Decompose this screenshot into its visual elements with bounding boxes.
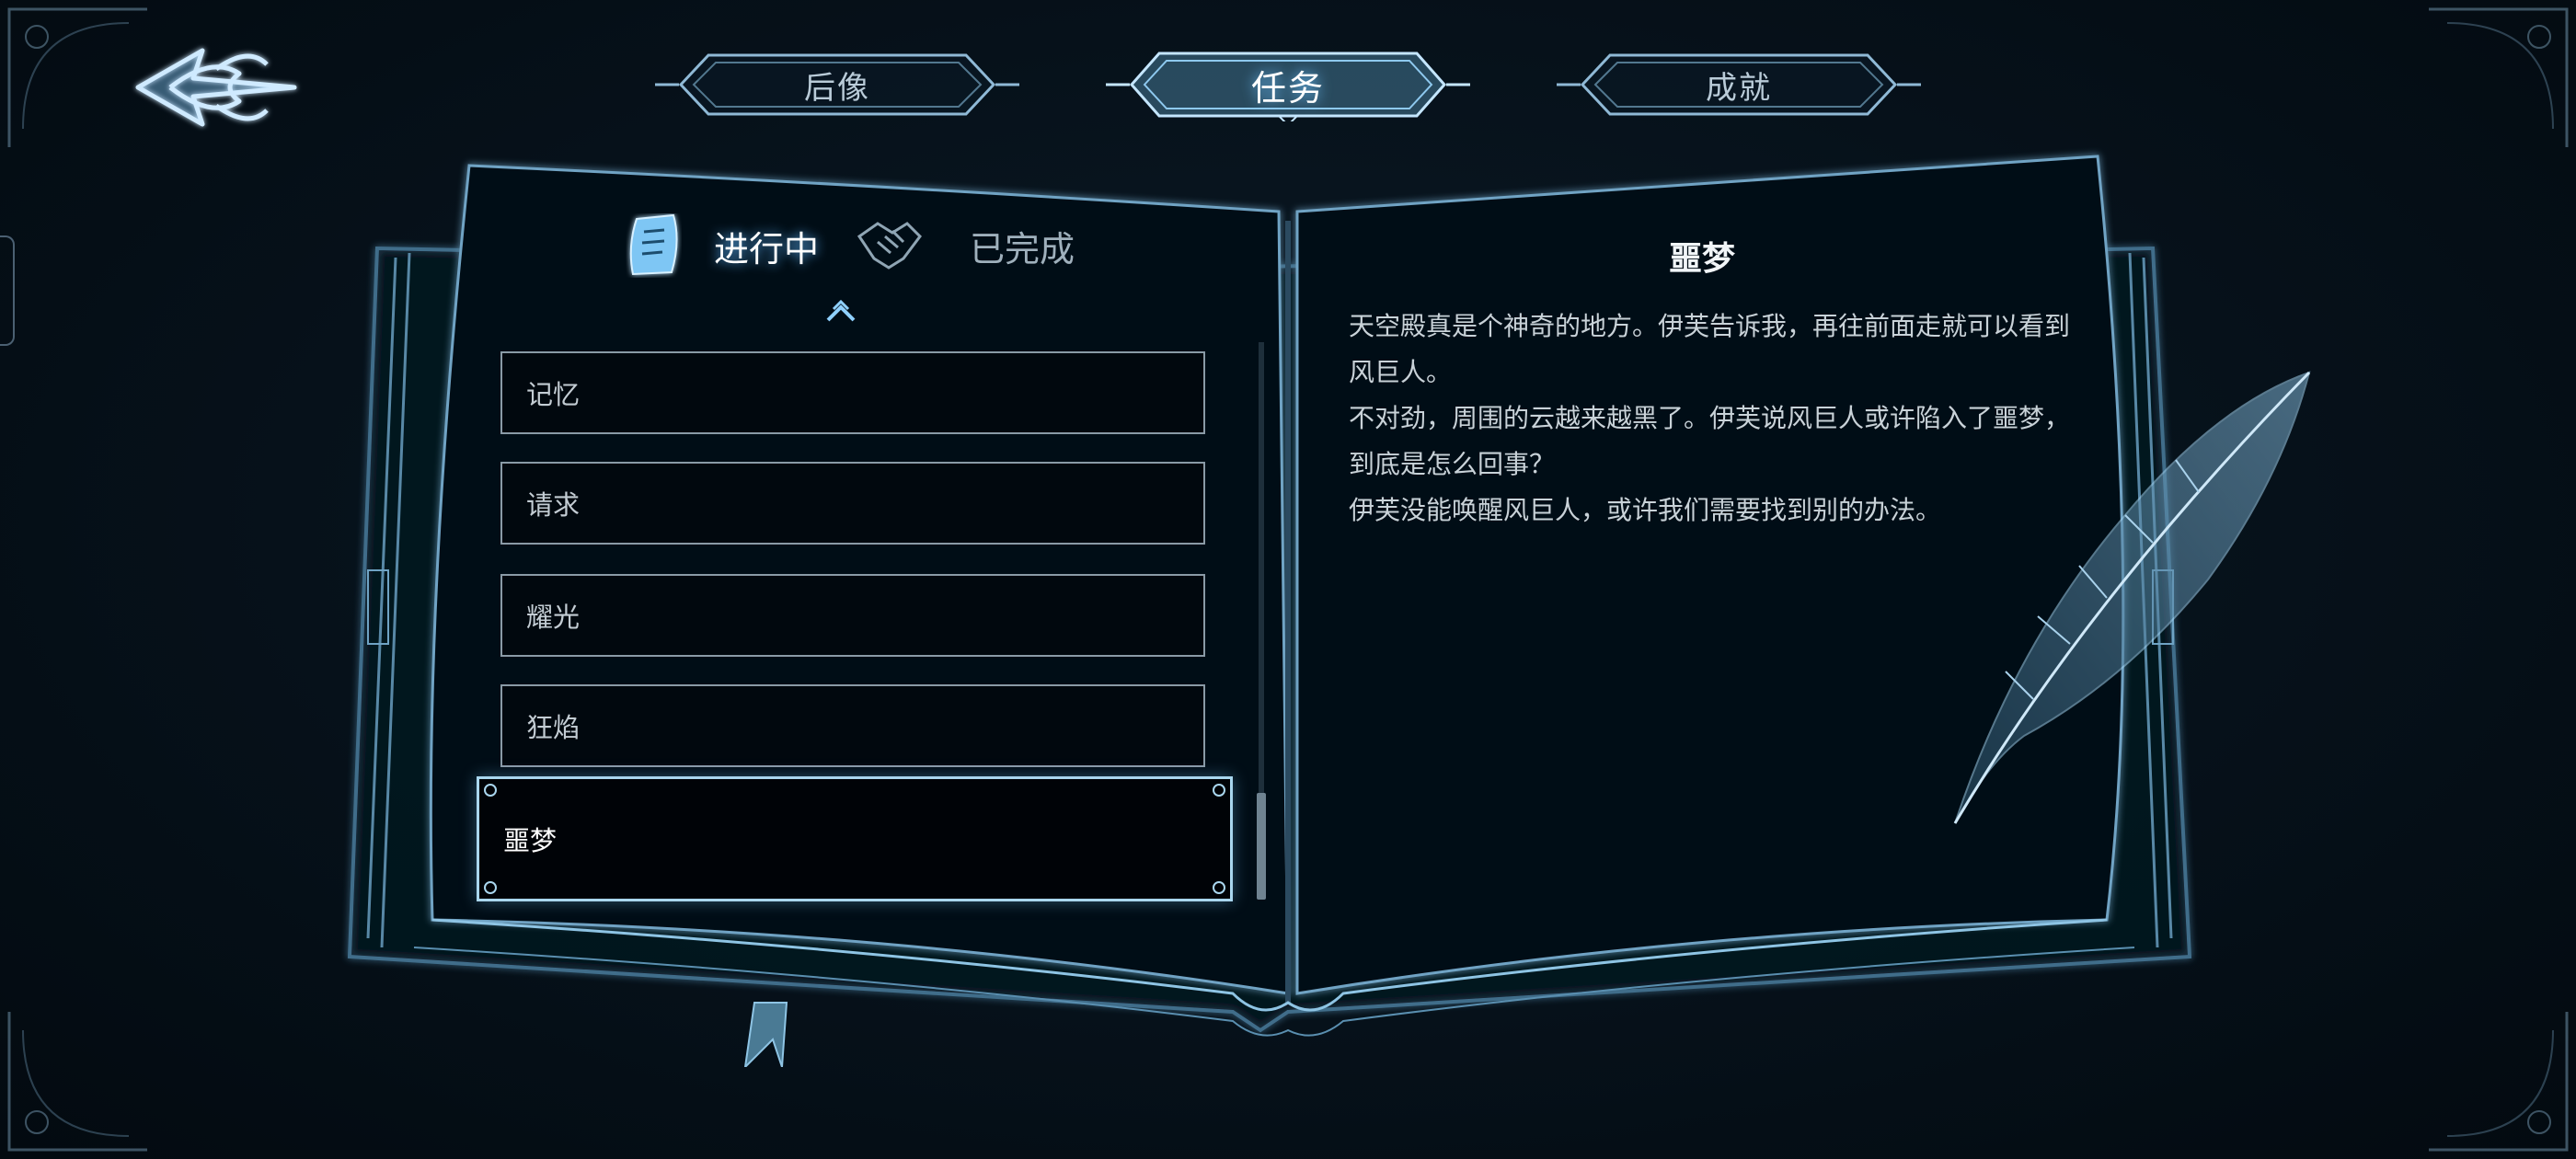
back-arrow-icon[interactable]	[129, 37, 304, 138]
quest-detail-paragraph: 伊芙没能唤醒风巨人，或许我们需要找到别的办法。	[1349, 495, 1942, 525]
quest-detail-paragraph: 天空殿真是个神奇的地方。伊芙告诉我，再往前面走就可以看到风巨人。	[1349, 311, 2071, 387]
tab-in-progress-label: 进行中	[714, 228, 820, 270]
tab-afterimage-label: 后像	[804, 69, 870, 107]
quest-item-label: 耀光	[526, 602, 581, 633]
tab-quests-label: 任务	[1250, 67, 1325, 109]
tab-achievements[interactable]: 成就	[1555, 48, 1923, 121]
corner-ornament-icon	[1213, 784, 1225, 797]
quest-item-label: 噩梦	[503, 825, 558, 856]
quest-detail-title: 噩梦	[1668, 239, 1735, 278]
tab-achievements-label: 成就	[1706, 69, 1772, 107]
quest-item-nightmare[interactable]: 噩梦	[477, 776, 1233, 901]
corner-ornament-bottom-right	[2429, 1012, 2569, 1152]
tab-completed-label: 已完成	[970, 228, 1075, 270]
quest-item-wildfire[interactable]: 狂焰	[500, 684, 1205, 767]
quest-item-request[interactable]: 请求	[500, 462, 1205, 545]
quest-list-scroll-thumb[interactable]	[1257, 793, 1266, 900]
corner-ornament-bottom-left	[7, 1012, 147, 1152]
quest-item-radiance[interactable]: 耀光	[500, 574, 1205, 657]
corner-ornament-top-right	[2429, 7, 2569, 147]
quest-item-label: 狂焰	[526, 712, 581, 743]
scroll-icon	[629, 213, 678, 276]
tab-afterimage[interactable]: 后像	[653, 48, 1021, 121]
corner-ornament-icon	[1213, 881, 1225, 894]
quest-detail-text: 天空殿真是个神奇的地方。伊芙告诉我，再往前面走就可以看到风巨人。 不对劲，周围的…	[1349, 304, 2076, 534]
quest-item-label: 记忆	[526, 379, 581, 410]
corner-ornament-icon	[484, 784, 497, 797]
tab-quests[interactable]: 任务	[1104, 48, 1472, 121]
quest-detail-paragraph: 不对劲，周围的云越来越黑了。伊芙说风巨人或许陷入了噩梦，到底是怎么回事？	[1349, 403, 2071, 479]
corner-ornament-icon	[484, 881, 497, 894]
quest-item-label: 请求	[526, 489, 581, 521]
tab-in-progress[interactable]: 进行中	[626, 213, 819, 278]
quest-item-memory[interactable]: 记忆	[500, 351, 1205, 434]
chevron-up-icon[interactable]	[824, 296, 857, 324]
handshake-icon	[857, 222, 922, 270]
side-edge-tab	[0, 235, 15, 346]
tab-completed[interactable]: 已完成	[856, 213, 1075, 278]
